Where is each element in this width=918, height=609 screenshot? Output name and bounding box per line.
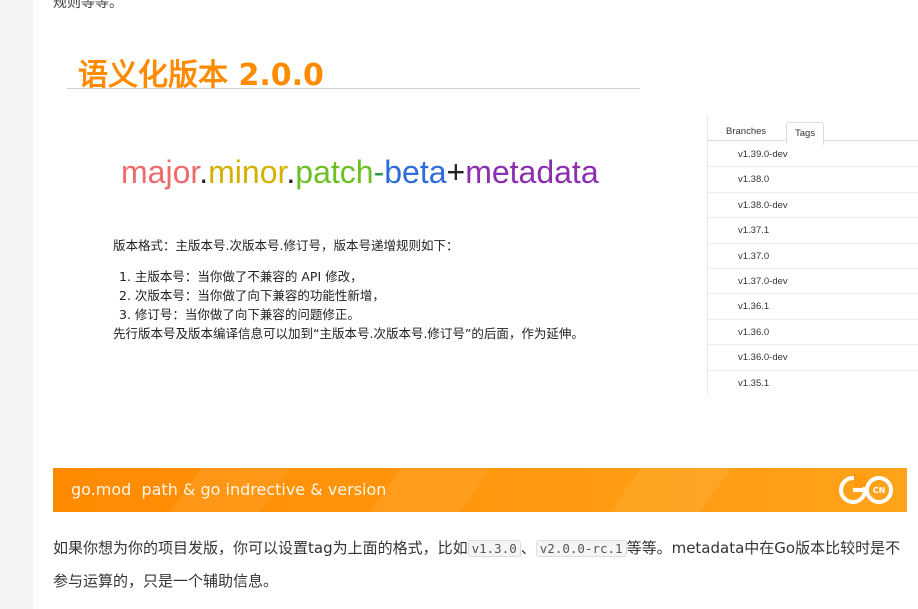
paragraph-text: 如果你想为你的项目发版，你可以设置tag为上面的格式，比如 [53, 539, 468, 557]
tag-list: v1.39.0-dev v1.38.0 v1.38.0-dev v1.37.1 … [708, 142, 918, 395]
semver-major: major [121, 154, 200, 190]
title-divider [67, 88, 640, 89]
tags-screenshot-panel: Branches Tags v1.39.0-dev v1.38.0 v1.38.… [707, 115, 918, 395]
cut-off-text: 规则等等。 [53, 0, 123, 10]
paragraph-separator: 、 [520, 539, 536, 557]
inline-code: v1.3.0 [467, 540, 521, 557]
banner-decoration [584, 468, 732, 512]
semver-patch: patch [295, 154, 374, 190]
list-item[interactable]: v1.37.0 [708, 244, 918, 269]
rule-item: 3. 修订号：当你做了向下兼容的问题修正。 [119, 307, 360, 322]
logo-badge: CN [873, 486, 886, 495]
rule-item: 2. 次版本号：当你做了向下兼容的功能性新增， [119, 288, 385, 303]
semver-plus: + [446, 154, 466, 190]
list-item[interactable]: v1.36.0-dev [708, 345, 918, 371]
semver-minor: minor [208, 154, 287, 190]
list-item[interactable]: v1.39.0-dev [708, 142, 918, 168]
banner-title: go.mod path & go indrective & version [71, 480, 387, 499]
tab-branches[interactable]: Branches [718, 121, 774, 142]
list-item[interactable]: v1.38.0 [708, 167, 918, 193]
semver-dot: . [286, 154, 296, 190]
semver-format: major.minor.patch-beta+metadata [121, 154, 599, 191]
list-item[interactable]: v1.36.0 [708, 320, 918, 346]
list-item[interactable]: v1.38.0-dev [708, 193, 918, 219]
semver-slide-image: 语义化版本 2.0.0 major.minor.patch-beta+metad… [53, 40, 673, 370]
branch-tag-tabs: Branches Tags [708, 115, 918, 145]
semver-metadata: metadata [465, 154, 599, 190]
semver-dot: . [199, 154, 209, 190]
list-item[interactable]: v1.37.1 [708, 218, 918, 244]
article-content: 规则等等。 语义化版本 2.0.0 major.minor.patch-beta… [33, 0, 918, 609]
semver-dash: - [373, 154, 385, 190]
format-line: 版本格式：主版本号.次版本号.修订号，版本号递增规则如下： [113, 238, 459, 253]
list-item[interactable]: v1.35.1 [708, 371, 918, 395]
semver-rules: 版本格式：主版本号.次版本号.修订号，版本号递增规则如下： 1. 主版本号：当你… [113, 236, 584, 343]
inline-code: v2.0.0-rc.1 [535, 540, 627, 557]
extra-line: 先行版本号及版本编译信息可以加到“主版本号.次版本号.修订号”的后面，作为延伸。 [113, 326, 584, 341]
semver-beta: beta [384, 154, 447, 190]
body-paragraph: 如果你想为你的项目发版，你可以设置tag为上面的格式，比如 v1.3.0、 v2.0… [53, 532, 901, 598]
list-item[interactable]: v1.36.1 [708, 294, 918, 320]
rule-item: 1. 主版本号：当你做了不兼容的 API 修改， [119, 269, 363, 284]
list-item[interactable]: v1.37.0-dev [708, 269, 918, 295]
gocn-logo-icon: CN [839, 473, 893, 504]
section-banner: go.mod path & go indrective & version CN [53, 468, 907, 512]
